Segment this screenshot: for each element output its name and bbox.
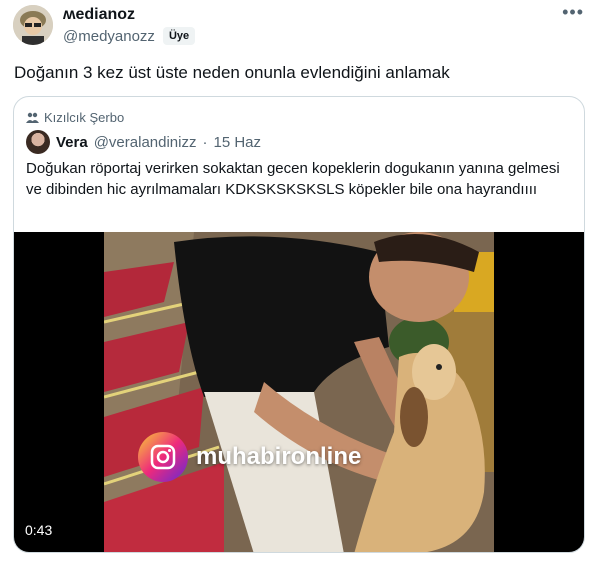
handle-row: @medyanozz Üye xyxy=(63,27,196,45)
separator-dot: · xyxy=(202,133,208,151)
more-icon[interactable]: ••• xyxy=(562,2,584,23)
video-duration: 0:43 xyxy=(25,522,53,538)
social-context-label: Kızılcık Şerbo xyxy=(44,110,125,125)
avatar[interactable] xyxy=(13,5,53,45)
people-icon xyxy=(26,112,39,123)
user-handle[interactable]: @medyanozz xyxy=(63,28,155,45)
quote-avatar[interactable] xyxy=(26,130,50,154)
quote-author-handle[interactable]: @veralandinizz xyxy=(94,134,197,151)
quote-text: Doğukan röportaj verirken sokaktan gecen… xyxy=(26,160,560,198)
watermark-text: muhabironline xyxy=(196,443,362,470)
instagram-icon xyxy=(138,432,188,482)
quote-author-name[interactable]: Vera xyxy=(56,134,88,151)
quote-date[interactable]: 15 Haz xyxy=(213,134,261,151)
member-badge[interactable]: Üye xyxy=(162,27,196,45)
video-frame xyxy=(104,232,494,552)
display-name[interactable]: ʍedianoz xyxy=(63,6,135,24)
video-watermark: muhabironline xyxy=(138,432,361,482)
tweet-text: Doğanın 3 kez üst üste neden onunla evle… xyxy=(14,63,450,82)
quoted-tweet[interactable]: Kızılcık Şerbo Vera @veralandinizz · 15 … xyxy=(13,96,585,553)
video-player[interactable]: muhabironline 0:43 xyxy=(14,232,584,552)
quote-author-row: Vera @veralandinizz · 15 Haz xyxy=(26,130,261,154)
social-context[interactable]: Kızılcık Şerbo xyxy=(26,110,124,125)
